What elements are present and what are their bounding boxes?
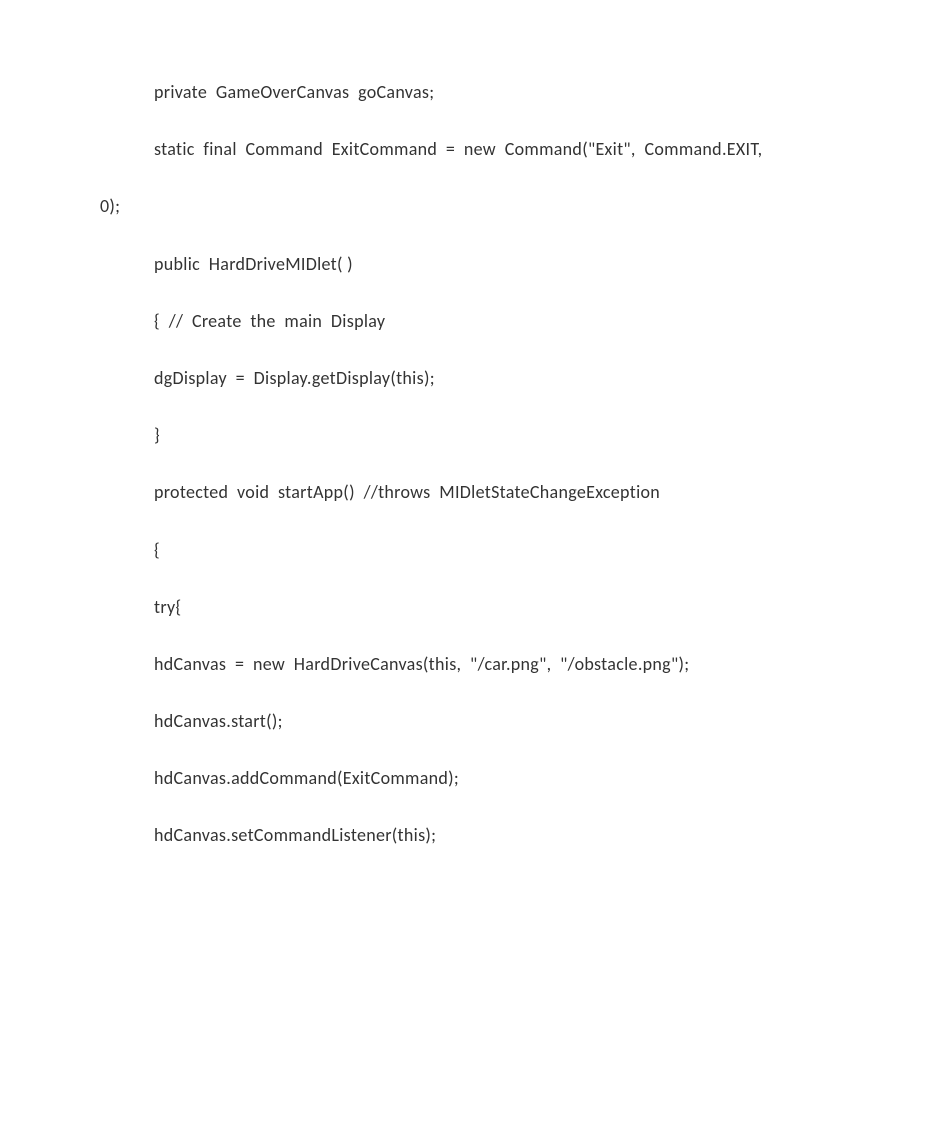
code-line: private GameOverCanvas goCanvas; [100,80,845,105]
code-line: protected void startApp() //throws MIDle… [100,480,845,505]
code-line: hdCanvas = new HardDriveCanvas(this, "/c… [100,652,845,677]
document-page: private GameOverCanvas goCanvas; static … [0,0,945,1123]
code-line: { [100,538,845,563]
code-line: static final Command ExitCommand = new C… [100,137,845,162]
code-line: try{ [100,595,845,620]
code-line: } [100,423,845,448]
code-line: { // Create the main Display [100,309,845,334]
code-line: hdCanvas.addCommand(ExitCommand); [100,766,845,791]
code-line: hdCanvas.setCommandListener(this); [100,823,845,848]
code-line: public HardDriveMIDlet( ) [100,252,845,277]
code-block: private GameOverCanvas goCanvas; static … [100,80,845,849]
code-line: dgDisplay = Display.getDisplay(this); [100,366,845,391]
code-line: hdCanvas.start(); [100,709,845,734]
code-line: 0); [100,194,845,219]
